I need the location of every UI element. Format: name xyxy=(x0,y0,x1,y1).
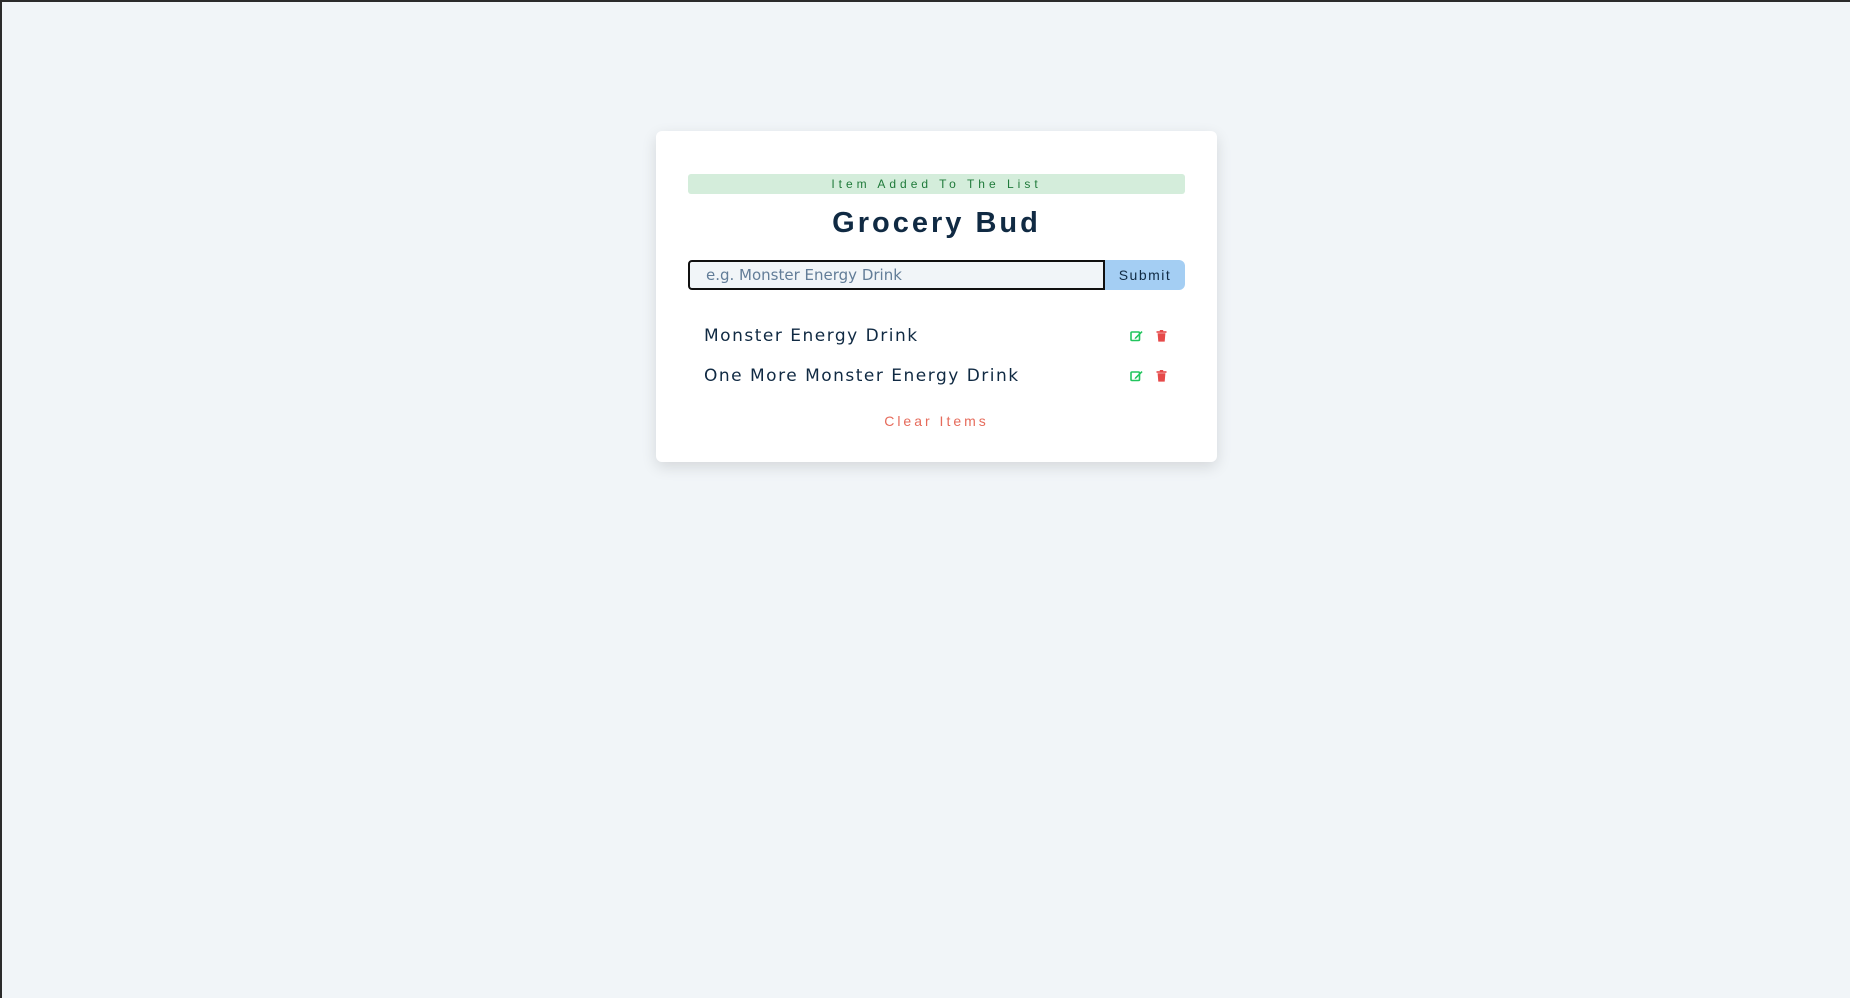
grocery-input[interactable] xyxy=(688,260,1105,290)
page-title: Grocery Bud xyxy=(832,207,1041,239)
grocery-list: Monster Energy Drink One More Monster En… xyxy=(688,316,1185,396)
list-item: Monster Energy Drink xyxy=(688,316,1185,356)
item-actions xyxy=(1129,329,1169,344)
edit-icon[interactable] xyxy=(1129,369,1144,384)
list-item: One More Monster Energy Drink xyxy=(688,356,1185,396)
edit-icon[interactable] xyxy=(1129,329,1144,344)
clear-items-button[interactable]: Clear Items xyxy=(884,413,989,429)
alert-banner: Item Added To The List xyxy=(688,174,1185,194)
item-title: Monster Energy Drink xyxy=(704,326,919,346)
submit-button[interactable]: Submit xyxy=(1105,260,1185,290)
trash-icon[interactable] xyxy=(1154,329,1169,344)
grocery-card: Item Added To The List Grocery Bud Submi… xyxy=(656,131,1217,462)
grocery-form: Submit xyxy=(688,260,1185,290)
item-actions xyxy=(1129,369,1169,384)
item-title: One More Monster Energy Drink xyxy=(704,366,1020,386)
trash-icon[interactable] xyxy=(1154,369,1169,384)
